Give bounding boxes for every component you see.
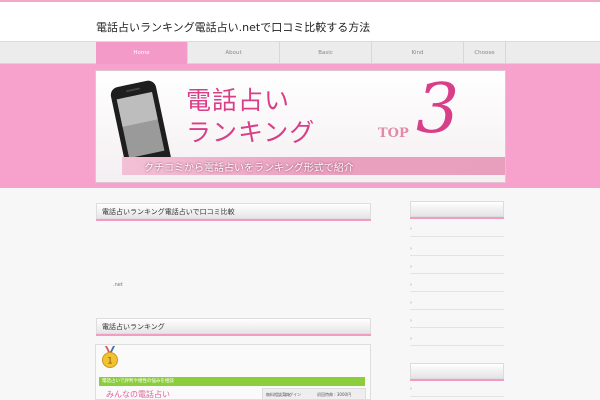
nav-item-basic[interactable]: Basic bbox=[280, 42, 372, 64]
section-divider bbox=[96, 334, 371, 336]
banner-top-label: TOP bbox=[378, 126, 409, 141]
sidebar-divider bbox=[410, 379, 504, 381]
sidebar-divider bbox=[410, 217, 504, 219]
svg-text:1: 1 bbox=[107, 357, 113, 367]
detail-label: 初回特典 : 3000円 bbox=[317, 392, 352, 397]
sidebar-bullet-icon: › bbox=[410, 282, 412, 288]
sidebar-item[interactable] bbox=[410, 396, 504, 397]
nav-item-kind[interactable]: Kind bbox=[372, 42, 464, 64]
ranking-section-title: 電話占いランキング bbox=[96, 318, 371, 334]
sidebar-item[interactable] bbox=[410, 327, 504, 328]
sidebar-bullet-icon: › bbox=[410, 336, 412, 342]
sidebar-bullet-icon: › bbox=[410, 246, 412, 252]
body-text: .net bbox=[113, 282, 123, 288]
banner-title-line-1: 電話占い bbox=[186, 86, 291, 115]
section-title: 電話占いランキング電話占いで口コミ比較 bbox=[96, 203, 371, 219]
banner-title-line-2: ランキング bbox=[186, 118, 316, 147]
sidebar-bullet-icon: › bbox=[410, 386, 412, 392]
sidebar-item[interactable] bbox=[410, 309, 504, 310]
hero-banner: 電話占い ランキング TOP 3 クチコミから電話占いをランキング形式で紹介 bbox=[95, 70, 506, 183]
ranking-site-name[interactable]: みんなの電話占い bbox=[106, 389, 170, 400]
sidebar-bullet-icon: › bbox=[410, 264, 412, 270]
sidebar-item[interactable] bbox=[410, 345, 504, 346]
banner-subtitle: クチコミから電話占いをランキング形式で紹介 bbox=[144, 163, 354, 174]
sidebar-widget-header bbox=[410, 363, 504, 379]
sidebar-item[interactable] bbox=[410, 255, 504, 256]
rank-1-medal-icon: 1 bbox=[102, 346, 118, 368]
sidebar-bullet-icon: › bbox=[410, 300, 412, 306]
section-divider bbox=[96, 219, 371, 221]
sidebar-item[interactable] bbox=[410, 273, 504, 274]
sidebar-item[interactable] bbox=[410, 291, 504, 292]
sidebar-item[interactable] bbox=[410, 236, 504, 237]
ranking-green-bar-text: 電話占いで評判や相性の悩みを相談 bbox=[102, 379, 174, 384]
sidebar-bullet-icon: › bbox=[410, 226, 412, 232]
nav-item-home[interactable]: Home bbox=[96, 42, 188, 64]
detail-label: ログイン bbox=[285, 392, 301, 397]
nav-item-choose[interactable]: Choose bbox=[464, 42, 506, 64]
banner-top-number: 3 bbox=[416, 70, 460, 149]
sidebar-bullet-icon: › bbox=[410, 318, 412, 324]
nav-item-about[interactable]: About bbox=[188, 42, 280, 64]
sidebar-widget-header bbox=[410, 201, 504, 217]
site-title[interactable]: 電話占いランキング電話占い.netで口コミ比較する方法 bbox=[96, 19, 370, 35]
